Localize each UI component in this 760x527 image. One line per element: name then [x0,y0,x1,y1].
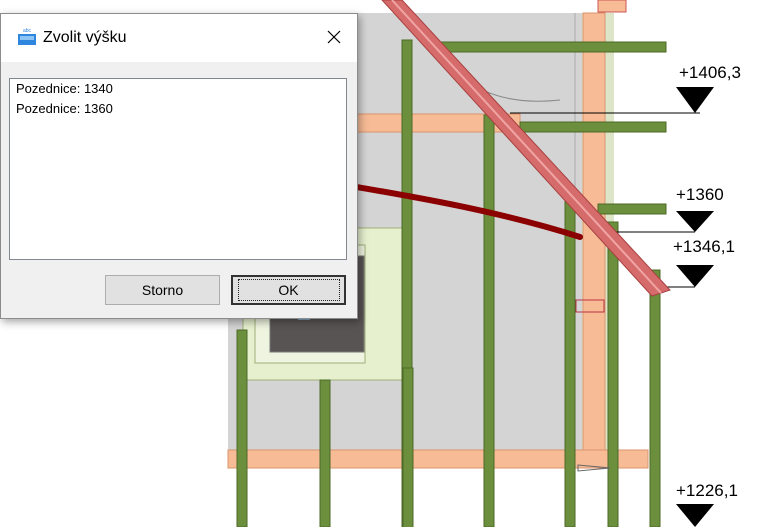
stud [483,114,495,527]
list-item-value: 1360 [83,101,113,116]
elevation-marker-icon [676,504,714,527]
stud [564,199,576,527]
app-icon: abc [18,28,36,45]
stud [649,269,661,527]
list-item-value: 1340 [83,81,113,96]
elevation-label: +1346,1 [673,237,735,256]
close-button[interactable] [311,14,357,60]
list-item-label: Pozednice: [16,81,81,96]
elevation-marker-icon [676,87,714,113]
joist [597,203,667,215]
stud [607,221,619,527]
stud [402,367,414,527]
cancel-button[interactable]: Storno [105,275,220,305]
dialog-title: Zvolit výšku [43,29,127,46]
dialog-titlebar[interactable]: abc Zvolit výšku [1,14,357,62]
ok-button[interactable]: OK [231,275,346,305]
ok-button-label: OK [237,279,340,301]
list-item[interactable]: Pozednice: 1340 [10,79,346,99]
elevation-label: +1226,1 [676,481,738,500]
svg-text:abc: abc [23,28,32,34]
stud [319,379,331,527]
close-icon [327,30,341,44]
elevation-label: +1406,3 [679,63,741,82]
elevation-label: +1360 [676,185,724,204]
list-item[interactable]: Pozednice: 1360 [10,99,346,119]
list-item-label: Pozednice: [16,101,81,116]
joist [429,41,667,53]
elevation-marker-icon [676,211,714,232]
elevation-marker-icon [676,265,714,287]
height-listbox[interactable]: Pozednice: 1340 Pozednice: 1360 [9,78,347,260]
joist [519,121,667,133]
plate-top-small [597,0,627,13]
choose-height-dialog: abc Zvolit výšku Pozednice: 1340 Pozedni… [0,13,358,319]
stud [236,329,248,527]
